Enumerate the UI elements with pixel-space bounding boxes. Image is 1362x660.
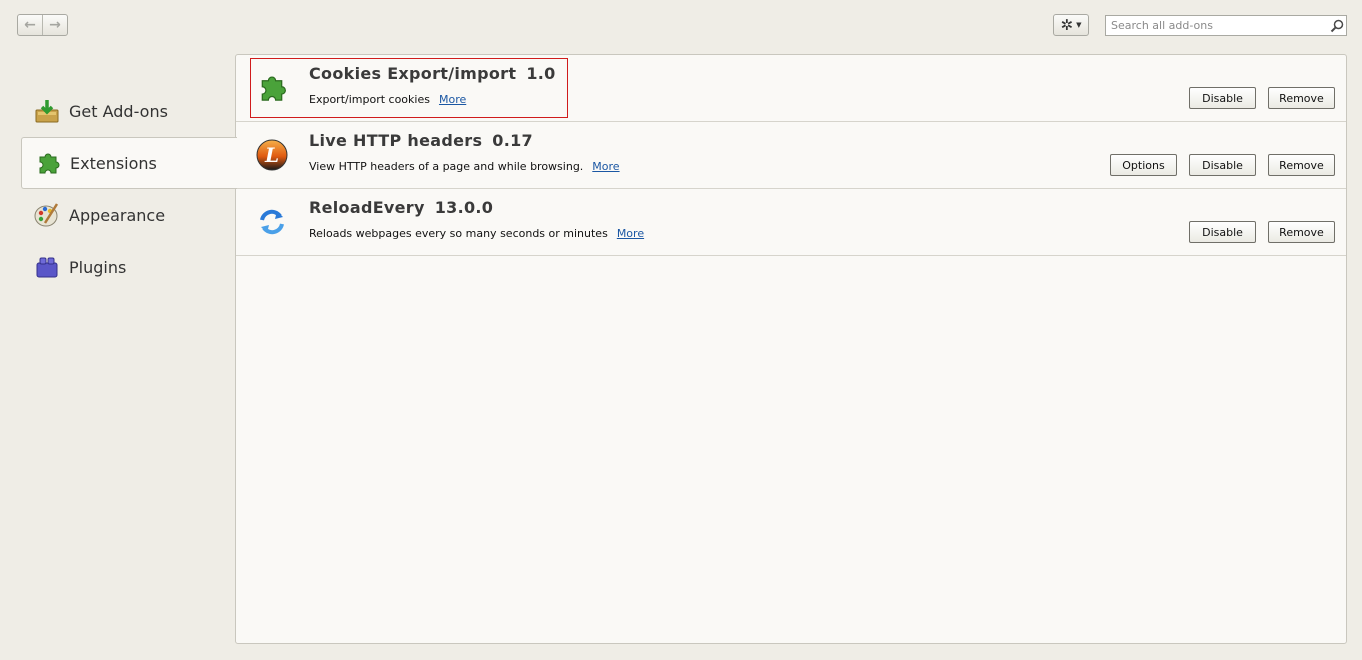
sidebar-item-label: Extensions bbox=[70, 153, 157, 173]
addon-description-text: Export/import cookies bbox=[309, 93, 430, 106]
addon-description: Export/import cookies More bbox=[309, 93, 466, 106]
addon-title: Cookies Export/import 1.0 bbox=[309, 64, 556, 83]
history-navigation: ← → bbox=[17, 14, 68, 36]
addon-version: 13.0.0 bbox=[434, 198, 494, 217]
more-link[interactable]: More bbox=[439, 93, 466, 106]
addon-name: Live HTTP headers bbox=[309, 131, 483, 150]
live-http-headers-icon: L bbox=[255, 138, 289, 172]
search-icon[interactable] bbox=[1328, 17, 1346, 35]
remove-button[interactable]: Remove bbox=[1268, 221, 1335, 243]
tools-menu-button[interactable]: ✲ ▼ bbox=[1053, 14, 1089, 36]
addon-name: ReloadEvery bbox=[309, 198, 425, 217]
sidebar-item-label: Plugins bbox=[69, 257, 127, 277]
sidebar-item-label: Get Add-ons bbox=[69, 101, 168, 121]
search-field bbox=[1105, 15, 1347, 36]
list-item[interactable]: Cookies Export/import 1.0 Export/import c… bbox=[236, 55, 1346, 122]
remove-button[interactable]: Remove bbox=[1268, 154, 1335, 176]
list-item[interactable]: ReloadEvery 13.0.0 Reloads webpages every… bbox=[236, 189, 1346, 256]
addon-description: View HTTP headers of a page and while br… bbox=[309, 160, 620, 173]
forward-arrow-icon: → bbox=[49, 17, 61, 33]
addon-version: 0.17 bbox=[492, 131, 533, 150]
disable-button[interactable]: Disable bbox=[1189, 221, 1256, 243]
puzzle-piece-icon bbox=[34, 149, 62, 177]
gear-icon: ✲ bbox=[1060, 15, 1074, 34]
back-button[interactable]: ← bbox=[18, 15, 42, 35]
sidebar-item-label: Appearance bbox=[69, 205, 166, 225]
back-arrow-icon: ← bbox=[24, 17, 36, 33]
search-input[interactable] bbox=[1106, 16, 1328, 35]
palette-brush-icon bbox=[33, 201, 61, 229]
category-sidebar: Get Add-ons Extensions Appearance Plugin… bbox=[21, 85, 237, 293]
addon-title: Live HTTP headers 0.17 bbox=[309, 131, 533, 150]
remove-button[interactable]: Remove bbox=[1268, 87, 1335, 109]
sidebar-item-get-addons[interactable]: Get Add-ons bbox=[21, 85, 236, 137]
lego-brick-icon bbox=[33, 253, 61, 281]
more-link[interactable]: More bbox=[592, 160, 619, 173]
sidebar-item-plugins[interactable]: Plugins bbox=[21, 241, 236, 293]
sidebar-item-extensions[interactable]: Extensions bbox=[21, 137, 237, 189]
addon-title: ReloadEvery 13.0.0 bbox=[309, 198, 493, 217]
addon-version: 1.0 bbox=[526, 64, 556, 83]
svg-text:L: L bbox=[264, 143, 279, 167]
disable-button[interactable]: Disable bbox=[1189, 154, 1256, 176]
chevron-down-icon: ▼ bbox=[1076, 21, 1082, 29]
addon-name: Cookies Export/import bbox=[309, 64, 517, 83]
puzzle-piece-icon bbox=[255, 71, 289, 105]
disable-button[interactable]: Disable bbox=[1189, 87, 1256, 109]
addon-description-text: Reloads webpages every so many seconds o… bbox=[309, 227, 608, 240]
addon-list: Cookies Export/import 1.0 Export/import c… bbox=[235, 54, 1347, 644]
reload-icon bbox=[255, 205, 289, 239]
addon-description-text: View HTTP headers of a page and while br… bbox=[309, 160, 584, 173]
download-box-icon bbox=[33, 97, 61, 125]
list-item[interactable]: L Live HTTP headers 0.17 View HTTP header… bbox=[236, 122, 1346, 189]
more-link[interactable]: More bbox=[617, 227, 644, 240]
sidebar-item-appearance[interactable]: Appearance bbox=[21, 189, 236, 241]
addon-description: Reloads webpages every so many seconds o… bbox=[309, 227, 644, 240]
options-button[interactable]: Options bbox=[1110, 154, 1177, 176]
forward-button[interactable]: → bbox=[42, 15, 67, 35]
